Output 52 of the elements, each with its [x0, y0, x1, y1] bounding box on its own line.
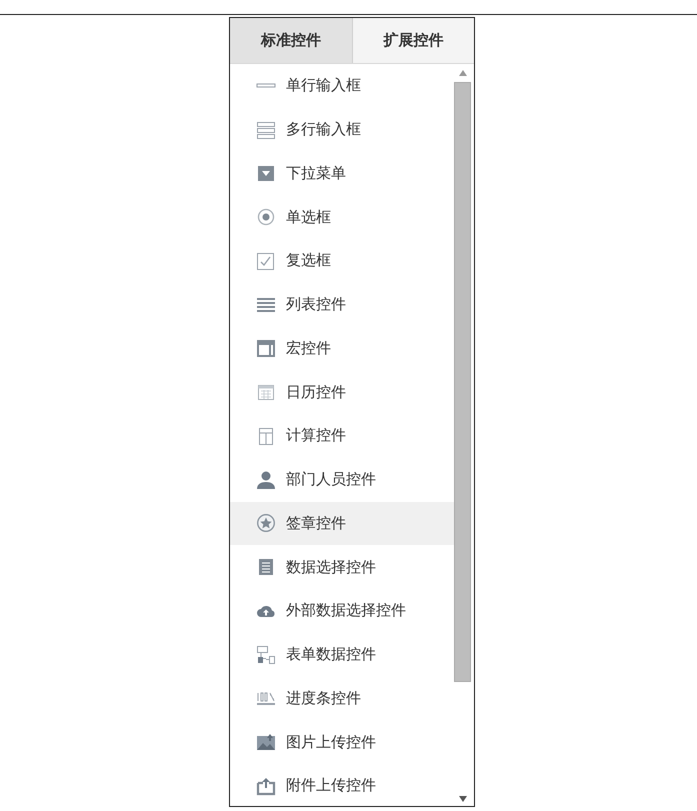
control-item[interactable]: 表单数据控件	[230, 632, 454, 676]
control-label: 列表控件	[286, 295, 346, 314]
dropdown-icon	[256, 163, 276, 184]
calendar-icon	[256, 382, 276, 402]
control-item[interactable]: 单选框	[230, 195, 454, 239]
control-label: 数据选择控件	[286, 558, 376, 577]
control-label: 部门人员控件	[286, 470, 376, 490]
control-label: 附件上传控件	[286, 776, 376, 796]
control-item[interactable]: 部门人员控件	[230, 458, 454, 502]
control-item[interactable]: 列表控件	[230, 282, 454, 326]
image-icon	[256, 732, 276, 752]
control-label: 外部数据选择控件	[286, 601, 406, 620]
control-item[interactable]: 外部数据选择控件	[230, 589, 454, 633]
control-label: 下拉菜单	[286, 164, 346, 183]
control-label: 日历控件	[286, 382, 346, 402]
control-item[interactable]: 签章控件	[230, 502, 454, 546]
control-label: 单行输入框	[286, 76, 361, 96]
calculator-icon	[256, 426, 276, 446]
scrollbar-thumb[interactable]	[454, 82, 471, 682]
control-label: 复选框	[286, 251, 331, 270]
control-label: 宏控件	[286, 338, 331, 358]
control-label: 多行输入框	[286, 120, 361, 140]
scroll-up-icon[interactable]	[458, 70, 466, 76]
radio-icon	[256, 207, 276, 228]
control-item[interactable]: 附件上传控件	[230, 764, 454, 806]
upload-icon	[256, 776, 276, 796]
control-item[interactable]: 下拉菜单	[230, 152, 454, 196]
control-item[interactable]: 图片上传控件	[230, 720, 454, 764]
control-item[interactable]: 日历控件	[230, 370, 454, 414]
control-label: 进度条控件	[286, 688, 361, 708]
tree-icon	[256, 644, 276, 665]
control-label: 图片上传控件	[286, 732, 376, 752]
control-item[interactable]: 多行输入框	[230, 108, 454, 152]
control-item[interactable]: 宏控件	[230, 326, 454, 370]
control-label: 单选框	[286, 208, 331, 227]
control-item[interactable]: 单行输入框	[230, 64, 454, 108]
tab[interactable]: 标准控件	[230, 18, 352, 63]
control-label: 表单数据控件	[286, 645, 376, 664]
checkbox-icon	[256, 250, 276, 271]
control-item[interactable]: 计算控件	[230, 414, 454, 458]
line-icon	[256, 83, 276, 88]
tab[interactable]: 扩展控件	[352, 18, 474, 63]
control-item[interactable]: 进度条控件	[230, 676, 454, 720]
control-item[interactable]: 复选框	[230, 239, 454, 283]
person-icon	[256, 470, 276, 490]
document-icon	[256, 557, 276, 578]
control-label: 签章控件	[286, 514, 346, 533]
window-icon	[256, 338, 276, 358]
control-label: 计算控件	[286, 426, 346, 446]
scroll-down-icon[interactable]	[458, 796, 466, 802]
control-item[interactable]: 数据选择控件	[230, 545, 454, 589]
lines-icon	[256, 120, 276, 140]
